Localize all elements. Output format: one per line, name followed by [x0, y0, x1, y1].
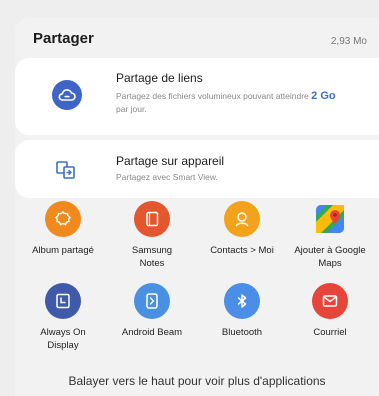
app-label: Album partagé [32, 245, 94, 256]
app-android-beam[interactable]: Android Beam [107, 283, 197, 339]
device-share-title: Partage sur appareil [116, 154, 225, 168]
bluetooth-icon [224, 283, 260, 319]
app-samsung-notes[interactable]: Samsung Notes [107, 201, 197, 270]
link-share-option[interactable]: Partage de liens Partagez des fichiers v… [15, 58, 379, 135]
android-beam-icon [134, 283, 170, 319]
email-icon [312, 283, 348, 319]
link-share-subtitle-end: par jour. [116, 104, 147, 114]
app-always-on-display[interactable]: Always On Display [18, 283, 108, 352]
file-size-label: 2,93 Mo [330, 36, 367, 47]
app-label: Always On Display [40, 327, 86, 351]
swipe-hint: Balayer vers le haut pour voir plus d'ap… [68, 374, 326, 388]
smart-view-icon [54, 158, 78, 182]
cloud-link-icon [52, 80, 82, 110]
device-share-option[interactable]: Partage sur appareil Partagez avec Smart… [15, 140, 379, 198]
google-maps-icon [312, 201, 348, 237]
always-on-display-icon [45, 283, 81, 319]
share-sheet: Partager 2,93 Mo Partage de liens Partag… [15, 18, 379, 396]
device-share-subtitle: Partagez avec Smart View. [116, 172, 218, 182]
share-header: Partager 2,93 Mo [15, 18, 379, 58]
app-label: Contacts > Moi [210, 245, 274, 256]
app-label: Bluetooth [221, 327, 263, 338]
app-shared-album[interactable]: Album partagé [18, 201, 108, 257]
samsung-notes-icon [134, 201, 170, 237]
contacts-icon [224, 201, 260, 237]
link-share-title: Partage de liens [116, 71, 203, 85]
shared-album-icon [45, 201, 81, 237]
link-share-limit: 2 Go [311, 90, 336, 102]
share-title: Partager [33, 30, 94, 47]
link-share-subtitle: Partagez des fichiers volumineux pouvant… [116, 90, 346, 116]
app-label: Ajouter à Google Maps [294, 245, 366, 269]
app-label: Samsung Notes [131, 245, 173, 269]
app-label: Courriel [313, 327, 347, 338]
app-contacts-me[interactable]: Contacts > Moi [197, 201, 287, 257]
app-google-maps[interactable]: Ajouter à Google Maps [285, 201, 375, 270]
app-label: Android Beam [121, 327, 183, 338]
link-share-subtitle-text: Partagez des fichiers volumineux pouvant… [116, 91, 309, 101]
app-bluetooth[interactable]: Bluetooth [197, 283, 287, 339]
app-email[interactable]: Courriel [285, 283, 375, 339]
